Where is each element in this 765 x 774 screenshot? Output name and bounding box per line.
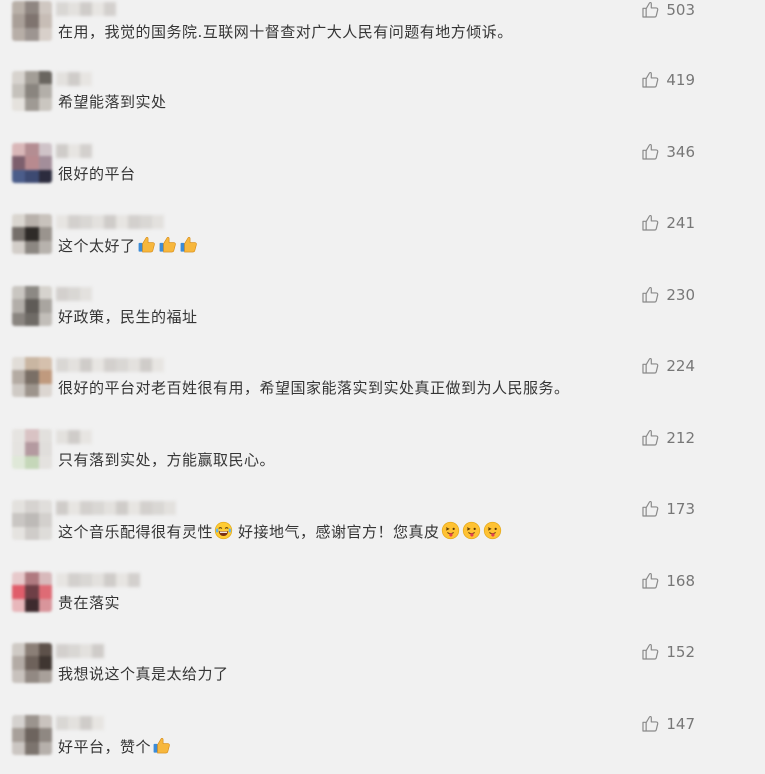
comment-item: 这个太好了 241: [0, 213, 765, 273]
tongue-out-emoji-icon: [441, 521, 460, 540]
like-count: 230: [666, 285, 695, 304]
like-count: 152: [666, 642, 695, 661]
thumbs-up-outline-icon: [641, 142, 660, 161]
avatar[interactable]: [12, 1, 52, 41]
avatar[interactable]: [12, 143, 52, 183]
like-button[interactable]: 168: [641, 571, 695, 590]
nickname-blurred[interactable]: [56, 501, 176, 515]
thumbs-up-outline-icon: [641, 356, 660, 375]
nickname-blurred[interactable]: [56, 644, 104, 658]
comment-text: 很好的平台对老百姓很有用，希望国家能落实到实处真正做到为人民服务。: [58, 379, 570, 397]
nickname-blurred[interactable]: [56, 215, 164, 229]
comment-text: 贵在落实: [58, 594, 121, 612]
like-count: 346: [666, 142, 695, 161]
thumbs-up-emoji-icon: [152, 736, 171, 755]
like-count: 147: [666, 714, 695, 733]
comment-text: 这个太好了: [58, 235, 199, 256]
like-count: 419: [666, 70, 695, 89]
like-count: 212: [666, 428, 695, 447]
thumbs-up-emoji-icon: [179, 235, 198, 254]
thumbs-up-outline-icon: [641, 499, 660, 518]
tongue-out-emoji-icon: [462, 521, 481, 540]
comment-item: 这个音乐配得很有灵性 好接地气，感谢官方！您真皮 173: [0, 499, 765, 559]
nickname-blurred[interactable]: [56, 716, 104, 730]
like-button[interactable]: 230: [641, 285, 695, 304]
comment-text: 很好的平台: [58, 165, 136, 183]
comment-text: 好政策，民生的福址: [58, 308, 198, 326]
comment-text: 我想说这个真是太给力了: [58, 665, 229, 683]
avatar[interactable]: [12, 357, 52, 397]
like-button[interactable]: 224: [641, 356, 695, 375]
comment-item: 我想说这个真是太给力了 152: [0, 642, 765, 702]
like-count: 503: [666, 0, 695, 19]
comment-text: 在用，我觉的国务院.互联网十督查对广大人民有问题有地方倾诉。: [58, 23, 513, 41]
like-button[interactable]: 503: [641, 0, 695, 19]
avatar[interactable]: [12, 643, 52, 683]
thumbs-up-outline-icon: [641, 70, 660, 89]
like-button[interactable]: 147: [641, 714, 695, 733]
comment-item: 很好的平台对老百姓很有用，希望国家能落实到实处真正做到为人民服务。 224: [0, 356, 765, 416]
nickname-blurred[interactable]: [56, 573, 140, 587]
nickname-blurred[interactable]: [56, 358, 164, 372]
thumbs-up-outline-icon: [641, 571, 660, 590]
comment-item: 在用，我觉的国务院.互联网十督查对广大人民有问题有地方倾诉。 503: [0, 0, 765, 60]
avatar[interactable]: [12, 71, 52, 111]
thumbs-up-outline-icon: [641, 213, 660, 232]
comment-text: 好平台，赞个: [58, 736, 172, 757]
like-button[interactable]: 346: [641, 142, 695, 161]
avatar[interactable]: [12, 715, 52, 755]
comment-text: 这个音乐配得很有灵性 好接地气，感谢官方！您真皮: [58, 521, 503, 542]
avatar[interactable]: [12, 500, 52, 540]
comment-item: 希望能落到实处 419: [0, 70, 765, 130]
thumbs-up-outline-icon: [641, 0, 660, 19]
thumbs-up-outline-icon: [641, 285, 660, 304]
nickname-blurred[interactable]: [56, 287, 92, 301]
avatar[interactable]: [12, 214, 52, 254]
like-count: 241: [666, 213, 695, 232]
avatar[interactable]: [12, 286, 52, 326]
like-count: 173: [666, 499, 695, 518]
like-button[interactable]: 152: [641, 642, 695, 661]
comment-item: 贵在落实 168: [0, 571, 765, 631]
comment-text: 只有落到实处，方能赢取民心。: [58, 451, 276, 469]
thumbs-up-outline-icon: [641, 642, 660, 661]
laughing-emoji-icon: [214, 521, 233, 540]
like-button[interactable]: 241: [641, 213, 695, 232]
comment-item: 好平台，赞个 147: [0, 714, 765, 774]
thumbs-up-outline-icon: [641, 428, 660, 447]
comment-item: 很好的平台 346: [0, 142, 765, 202]
nickname-blurred[interactable]: [56, 430, 92, 444]
tongue-out-emoji-icon: [483, 521, 502, 540]
nickname-blurred[interactable]: [56, 2, 116, 16]
avatar[interactable]: [12, 429, 52, 469]
comment-item: 只有落到实处，方能赢取民心。 212: [0, 428, 765, 488]
like-button[interactable]: 173: [641, 499, 695, 518]
comment-list: 在用，我觉的国务院.互联网十督查对广大人民有问题有地方倾诉。 503 希望能落到实处…: [0, 0, 765, 768]
like-count: 224: [666, 356, 695, 375]
avatar[interactable]: [12, 572, 52, 612]
like-count: 168: [666, 571, 695, 590]
thumbs-up-emoji-icon: [158, 235, 177, 254]
nickname-blurred[interactable]: [56, 72, 92, 86]
comment-item: 好政策，民生的福址 230: [0, 285, 765, 345]
thumbs-up-outline-icon: [641, 714, 660, 733]
like-button[interactable]: 419: [641, 70, 695, 89]
like-button[interactable]: 212: [641, 428, 695, 447]
thumbs-up-emoji-icon: [137, 235, 156, 254]
nickname-blurred[interactable]: [56, 144, 92, 158]
comment-text: 希望能落到实处: [58, 93, 167, 111]
